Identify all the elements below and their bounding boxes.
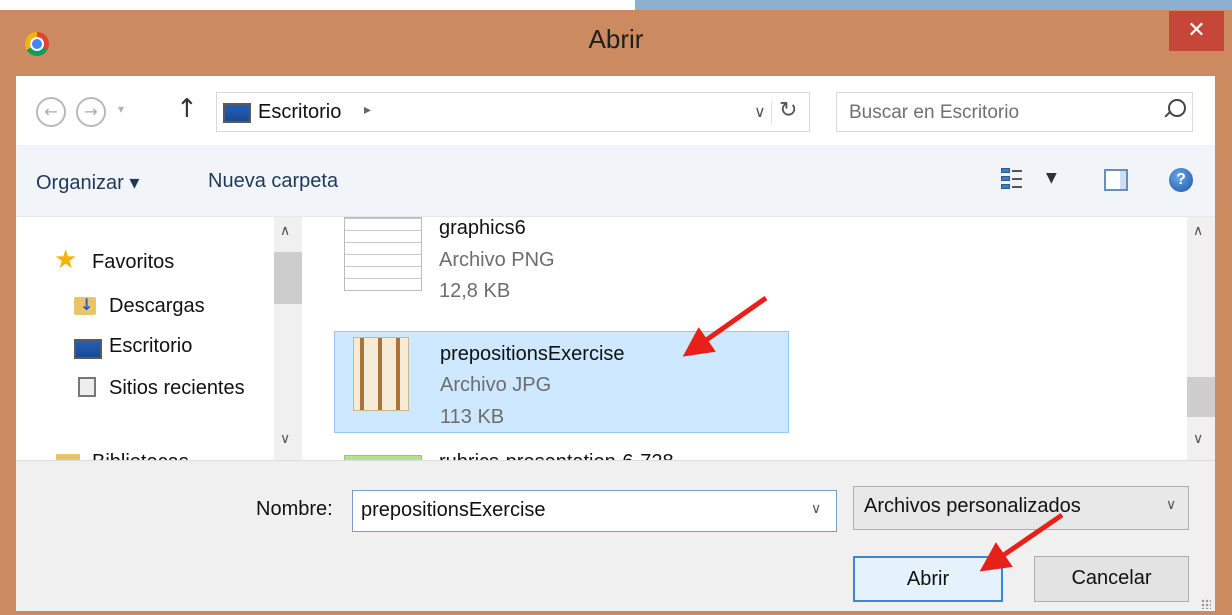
sidebar-item-bibliotecas[interactable]: Bibliotecas (92, 451, 189, 460)
preview-pane-icon[interactable] (1104, 169, 1128, 191)
address-history-chevron-icon[interactable]: ∨ (754, 102, 766, 121)
sidebar-item-descargas[interactable]: Descargas (109, 295, 205, 318)
cancel-button[interactable]: Cancelar (1034, 556, 1189, 602)
search-placeholder: Buscar en Escritorio (849, 102, 1020, 123)
file-type-filter-value: Archivos personalizados (864, 495, 1081, 517)
address-bar[interactable]: Escritorio ▸ ∨ ↻ (216, 92, 810, 132)
scroll-down-icon[interactable]: ∨ (1193, 431, 1203, 447)
top-background-strip (0, 0, 1232, 10)
navigation-bar: ← → ▾ ↑ Escritorio ▸ ∨ ↻ Buscar en Escri… (16, 76, 1215, 145)
refresh-icon[interactable]: ↻ (779, 98, 797, 123)
change-view-icon[interactable] (1001, 167, 1023, 191)
back-button[interactable]: ← (36, 97, 66, 127)
search-box[interactable]: Buscar en Escritorio (836, 92, 1193, 132)
image-thumbnail (353, 337, 409, 411)
star-icon: ★ (54, 245, 78, 275)
navigation-pane: ★ Favoritos Descargas Escritorio Sitios … (16, 217, 304, 460)
image-thumbnail (344, 217, 422, 291)
close-button[interactable]: ✕ (1169, 11, 1224, 51)
open-button[interactable]: Abrir (853, 556, 1003, 602)
scroll-down-icon[interactable]: ∨ (280, 431, 290, 447)
sidebar-item-favoritos[interactable]: Favoritos (92, 251, 174, 274)
file-size: 113 KB (440, 406, 505, 428)
recent-places-icon (78, 377, 96, 397)
organize-menu[interactable]: Organizar ▾ (36, 170, 139, 195)
resize-grip[interactable] (1201, 599, 1211, 609)
command-toolbar: Organizar ▾ Nueva carpeta ▼ ? (16, 145, 1215, 217)
scrollbar-thumb[interactable] (1187, 377, 1215, 417)
recent-locations-dropdown[interactable]: ▾ (118, 102, 124, 116)
breadcrumb-escritorio[interactable]: Escritorio (258, 101, 341, 124)
desktop-icon (223, 103, 251, 123)
desktop-icon (74, 339, 102, 359)
scrollbar-thumb[interactable] (274, 252, 302, 304)
file-name: graphics6 (439, 217, 526, 239)
view-options-dropdown[interactable]: ▼ (1046, 170, 1057, 186)
forward-button[interactable]: → (76, 97, 106, 127)
file-list-scrollbar[interactable]: ∧ ∨ (1187, 217, 1215, 460)
file-type: Archivo JPG (440, 374, 552, 396)
filename-dropdown-icon[interactable]: ∨ (811, 501, 821, 517)
new-folder-button[interactable]: Nueva carpeta (208, 170, 338, 193)
file-list: graphics6 Archivo PNG 12,8 KB prepositio… (304, 217, 1215, 460)
file-item-graphics6[interactable]: graphics6 Archivo PNG 12,8 KB (334, 217, 789, 313)
dialog-title: Abrir (588, 24, 644, 54)
file-item-rubrics-presentation[interactable]: rubrics-presentation-6-728 (334, 447, 789, 460)
filter-dropdown-icon[interactable]: ∨ (1166, 497, 1176, 513)
downloads-folder-icon (74, 295, 96, 315)
file-name: prepositionsExercise (440, 343, 625, 365)
file-name: rubrics-presentation-6-728 (439, 451, 674, 460)
scroll-up-icon[interactable]: ∧ (280, 223, 290, 239)
file-name-panel: Nombre: ∨ Archivos personalizados ∨ Abri… (16, 460, 1215, 611)
filename-label: Nombre: (256, 498, 333, 520)
search-icon[interactable] (1168, 99, 1186, 117)
file-size: 12,8 KB (439, 280, 511, 302)
title-bar: Abrir ✕ (0, 10, 1232, 76)
help-icon[interactable]: ? (1169, 168, 1193, 192)
filename-combobox[interactable]: ∨ (352, 490, 837, 532)
sidebar-item-escritorio[interactable]: Escritorio (109, 335, 192, 358)
address-separator (771, 101, 772, 125)
sidebar-item-sitios-recientes[interactable]: Sitios recientes (109, 377, 245, 400)
file-type: Archivo PNG (439, 249, 555, 271)
navigation-scrollbar[interactable]: ∧ ∨ (274, 217, 302, 460)
dialog-frame: Abrir ✕ ← → ▾ ↑ Escritorio ▸ ∨ ↻ Buscar … (0, 10, 1232, 615)
file-type-filter-select[interactable]: Archivos personalizados ∨ (853, 486, 1189, 530)
scroll-up-icon[interactable]: ∧ (1193, 223, 1203, 239)
filename-input[interactable] (361, 499, 801, 522)
file-item-prepositionsexercise[interactable]: prepositionsExercise Archivo JPG 113 KB (334, 331, 789, 433)
breadcrumb-arrow-icon[interactable]: ▸ (364, 102, 371, 118)
dialog-client-area: ← → ▾ ↑ Escritorio ▸ ∨ ↻ Buscar en Escri… (16, 76, 1215, 611)
up-one-level-button[interactable]: ↑ (176, 94, 198, 124)
